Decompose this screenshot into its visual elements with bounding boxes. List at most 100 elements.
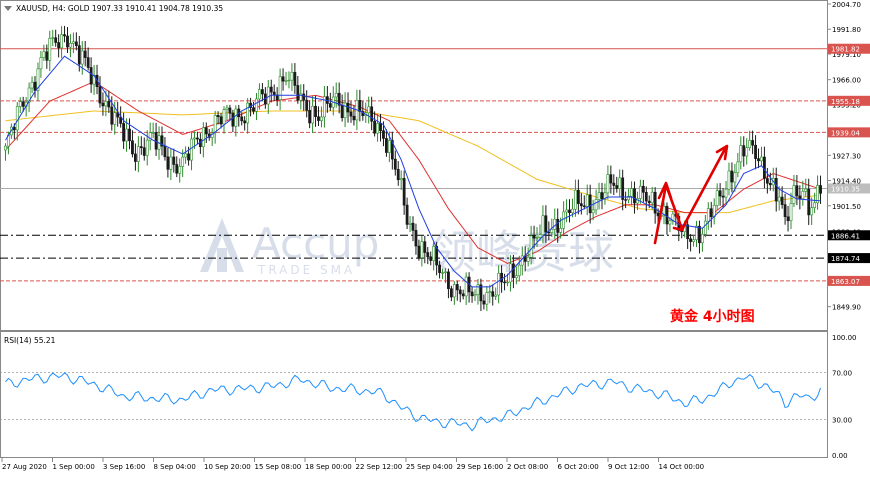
candle-body — [234, 108, 238, 127]
candle-body — [255, 98, 258, 112]
candle-body — [447, 271, 450, 290]
candle-body — [181, 156, 185, 167]
candle-body — [30, 81, 34, 89]
rsi-path — [5, 372, 821, 432]
candle-body — [222, 109, 226, 125]
candle-body — [125, 128, 128, 142]
candle-body — [258, 89, 261, 100]
candle-body — [101, 102, 105, 107]
candle-body — [219, 116, 223, 125]
candle-body — [166, 156, 170, 170]
candle-body — [57, 42, 61, 49]
candle-body — [618, 177, 622, 189]
time-tick-label: 29 Sep 16:00 — [457, 463, 504, 471]
candle-body — [417, 245, 421, 258]
candle-body — [320, 116, 323, 121]
candle-body — [80, 50, 84, 65]
candle-body — [107, 101, 111, 108]
candle-body — [612, 182, 616, 186]
candle-body — [240, 116, 244, 122]
candle-body — [328, 103, 332, 108]
candle-body — [178, 166, 182, 174]
candle-body — [491, 291, 495, 297]
candle-body — [33, 81, 37, 91]
candle-body — [213, 115, 217, 134]
candle-body — [606, 174, 610, 194]
candle-body — [765, 178, 769, 184]
candle-body — [216, 115, 220, 118]
candles — [4, 25, 822, 312]
candle-body — [571, 208, 574, 214]
rsi-tick-label: 70.00 — [832, 369, 852, 377]
candle-body — [656, 212, 660, 217]
candle-body — [780, 196, 784, 205]
candle-body — [786, 216, 790, 222]
candle-body — [497, 272, 501, 296]
candle-body — [4, 145, 7, 151]
candle-body — [517, 264, 521, 276]
candle-body — [399, 178, 403, 181]
time-tick-label: 2 Oct 08:00 — [507, 463, 548, 471]
candle-body — [260, 89, 264, 95]
candle-body — [798, 195, 802, 200]
candle-body — [768, 182, 772, 186]
candle-body — [334, 92, 338, 98]
candle-body — [128, 128, 131, 142]
candle-body — [376, 123, 379, 134]
time-tick-label: 8 Sep 04:00 — [154, 463, 196, 471]
candle-body — [396, 169, 400, 181]
time-tick-label: 27 Aug 2020 — [2, 463, 47, 471]
candle-body — [597, 192, 601, 200]
candle-body — [113, 112, 117, 125]
rsi-axis: 100.00 70.00 30.00 0.00 — [832, 334, 857, 460]
candle-body — [745, 147, 749, 157]
candle-body — [169, 156, 173, 170]
forecast-arrow-path — [653, 145, 728, 245]
candle-body — [272, 91, 276, 96]
candle-body — [621, 177, 625, 200]
candle-body — [488, 291, 492, 293]
candle-body — [201, 127, 205, 148]
candle-body — [600, 192, 604, 200]
time-axis: 27 Aug 2020 1 Sep 00:00 3 Sep 16:00 8 Sep 0… — [1, 458, 704, 471]
candle-body — [66, 35, 69, 48]
candle-body — [193, 137, 196, 140]
candle-body — [145, 139, 149, 156]
candle-body — [721, 195, 725, 198]
candle-body — [370, 106, 374, 122]
candle-body — [751, 140, 755, 146]
watermark-tagline: TRADE SMA — [257, 263, 355, 277]
candle-body — [385, 138, 388, 153]
candle-body — [77, 45, 81, 65]
candle-body — [579, 203, 583, 207]
candle-body — [131, 140, 134, 155]
price-tick-label: 1927.30 — [832, 152, 861, 160]
candle-body — [630, 188, 633, 197]
chart-canvas[interactable]: Accup TRADE SMA 领峰贵球 XAUUSD, H4: GOLD 19… — [0, 0, 870, 476]
candle-body — [692, 239, 695, 242]
candle-body — [104, 101, 108, 107]
time-tick-label: 3 Sep 16:00 — [103, 463, 145, 471]
candle-body — [429, 256, 433, 261]
price-tick-label: 1966.00 — [832, 77, 861, 85]
candle-body — [18, 101, 22, 107]
candle-body — [476, 284, 480, 295]
symbol-line: XAUUSD, H4: GOLD 1907.33 1910.41 1904.78… — [16, 4, 223, 13]
level-tag-label: 1981.82 — [831, 46, 860, 54]
candle-body — [795, 185, 799, 197]
time-tick-label: 10 Sep 20:00 — [204, 463, 251, 471]
candle-body — [314, 105, 317, 118]
candle-body — [414, 230, 418, 247]
candle-body — [163, 145, 167, 158]
candle-body — [715, 190, 719, 206]
candle-body — [367, 106, 371, 114]
level-tag-label: 1955.18 — [831, 98, 860, 106]
candle-body — [582, 205, 586, 207]
candle-body — [529, 235, 533, 258]
time-tick-label: 6 Oct 20:00 — [558, 463, 599, 471]
candle-body — [15, 106, 19, 131]
candle-body — [290, 71, 294, 81]
time-tick-label: 9 Oct 12:00 — [608, 463, 649, 471]
candle-body — [151, 132, 155, 134]
candle-body — [98, 86, 102, 104]
